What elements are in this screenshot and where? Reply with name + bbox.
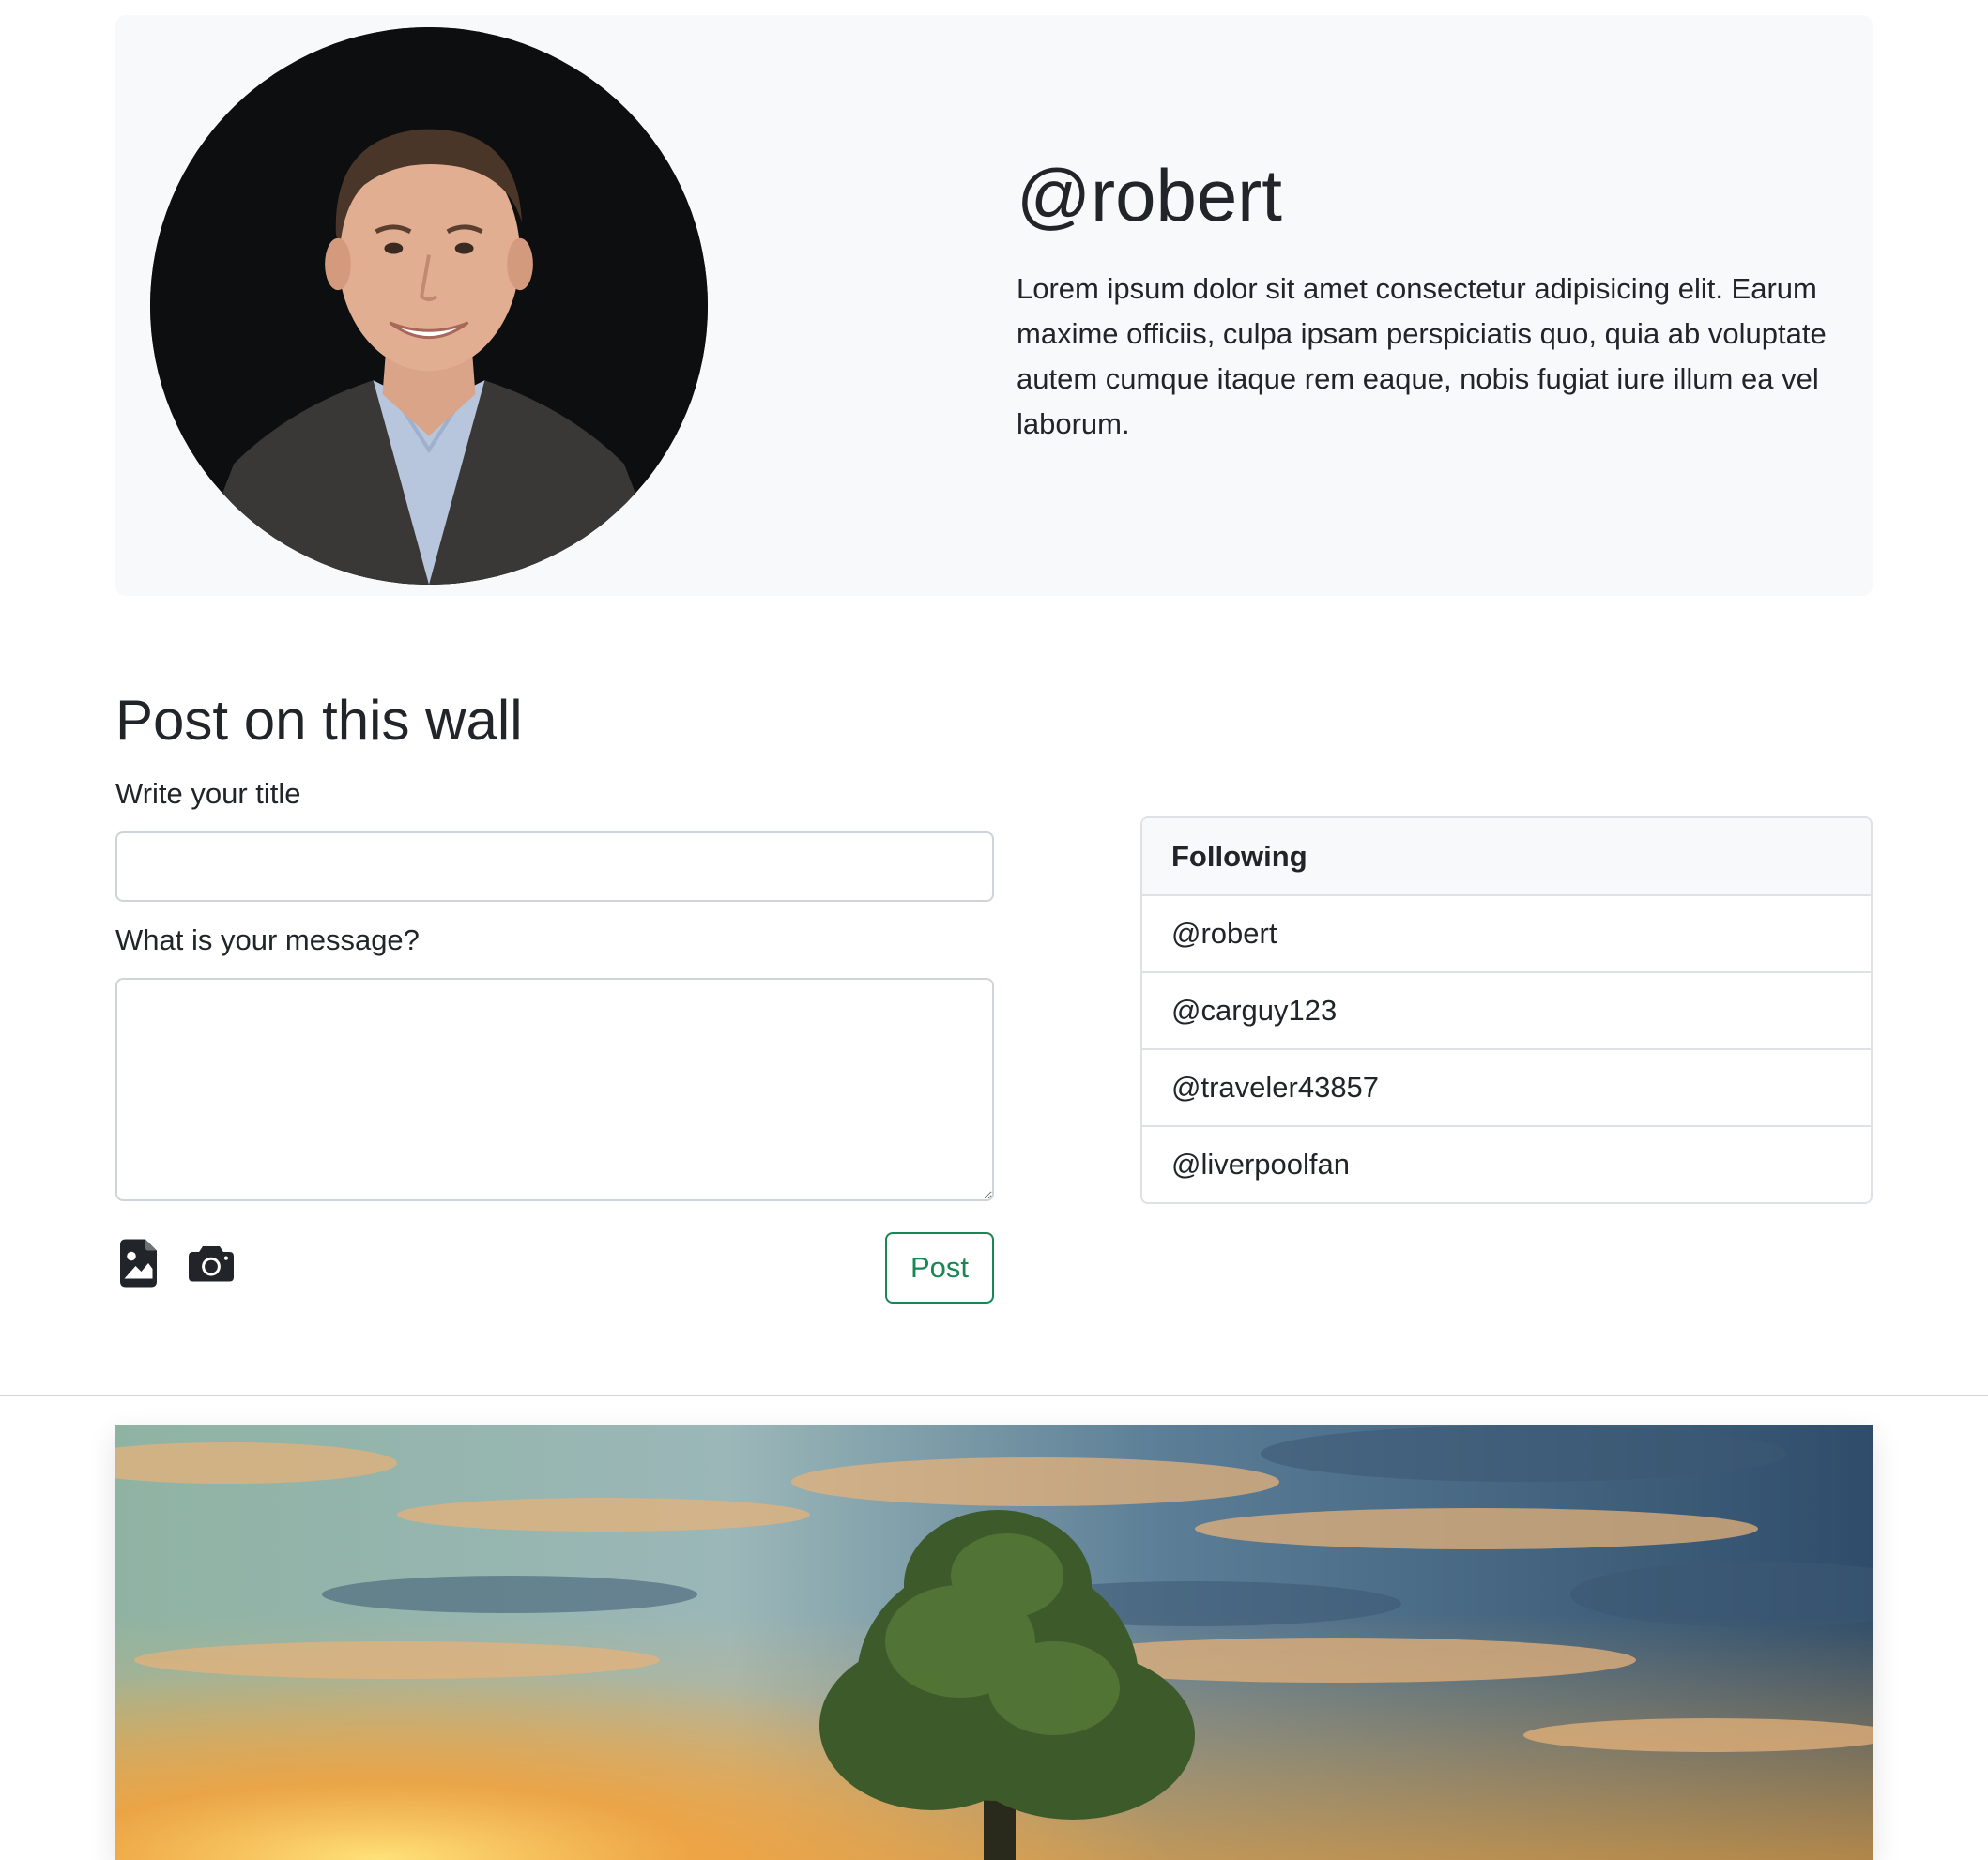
profile-photo-icon [150, 27, 708, 585]
profile-avatar [150, 27, 708, 585]
following-item[interactable]: @robert [1142, 896, 1871, 973]
profile-bio: Lorem ipsum dolor sit amet consectetur a… [1017, 272, 1827, 440]
message-textarea[interactable] [115, 978, 994, 1201]
following-list: Following @robert @carguy123 @traveler43… [1140, 816, 1873, 1204]
following-header: Following [1142, 818, 1871, 896]
landscape-tree-sunset-icon [115, 1425, 1873, 1860]
post-form-heading: Post on this wall [115, 689, 523, 752]
post-button[interactable]: Post [885, 1232, 994, 1304]
section-divider [0, 1395, 1988, 1396]
feed-post-image [115, 1425, 1873, 1860]
message-label: What is your message? [115, 923, 420, 956]
camera-icon [189, 1246, 234, 1282]
camera-button[interactable] [189, 1239, 234, 1288]
file-image-icon [120, 1239, 157, 1288]
following-item[interactable]: @liverpoolfan [1142, 1127, 1871, 1202]
following-item[interactable]: @carguy123 [1142, 973, 1871, 1050]
title-label: Write your title [115, 777, 301, 810]
profile-header: @robert Lorem ipsum dolor sit amet conse… [115, 15, 1873, 596]
attach-image-button[interactable] [117, 1239, 162, 1288]
following-item[interactable]: @traveler43857 [1142, 1050, 1871, 1127]
title-input[interactable] [115, 831, 994, 902]
profile-handle: @robert [1017, 154, 1282, 236]
